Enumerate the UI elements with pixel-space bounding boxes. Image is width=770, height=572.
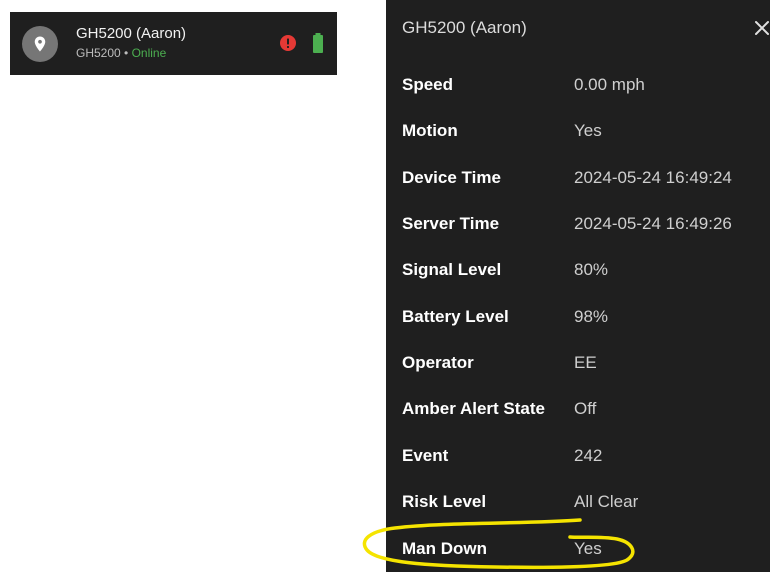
device-status: Online: [131, 46, 167, 60]
attribute-name: Amber Alert State: [402, 399, 545, 418]
attribute-value: 80%: [574, 260, 609, 279]
attribute-row-signal-level: Signal Level 80%: [402, 247, 608, 293]
attribute-row-speed: Speed 0.00 mph: [402, 62, 645, 108]
attribute-row-risk-level: Risk Level All Clear: [402, 479, 638, 525]
attribute-value: Yes: [574, 121, 602, 140]
close-icon[interactable]: [752, 18, 770, 38]
attribute-value: 242: [574, 446, 603, 465]
attribute-value: Off: [574, 399, 597, 418]
attribute-row-battery-level: Battery Level 98%: [402, 294, 608, 340]
device-name: GH5200 (Aaron): [76, 25, 187, 42]
attribute-row-event: Event 242: [402, 433, 602, 479]
attribute-name: Event: [402, 446, 449, 465]
attribute-name: Battery Level: [402, 307, 509, 326]
battery-full-icon: [313, 33, 323, 53]
attribute-row-server-time: Server Time 2024-05-24 16:49:26: [402, 201, 732, 247]
attribute-value: Yes: [574, 539, 602, 558]
attribute-value: 0.00 mph: [574, 75, 645, 94]
attribute-name: Server Time: [402, 214, 500, 233]
attribute-name: Signal Level: [402, 260, 502, 279]
attribute-name: Speed: [402, 75, 454, 94]
device-list-item[interactable]: GH5200 (Aaron) GH5200 • Online: [10, 12, 337, 75]
close-button[interactable]: [752, 18, 770, 38]
attribute-row-operator: Operator EE: [402, 340, 597, 386]
attribute-name: Motion: [402, 121, 458, 140]
attribute-value: 98%: [574, 307, 609, 326]
attribute-row-device-time: Device Time 2024-05-24 16:49:24: [402, 155, 732, 201]
alert-circle-icon[interactable]: [280, 35, 296, 51]
attribute-name: Device Time: [402, 168, 501, 187]
screenshot-stage: GH5200 (Aaron) GH5200 • Online GH5200 (A…: [0, 0, 770, 572]
attribute-value: 2024-05-24 16:49:26: [574, 214, 732, 233]
attribute-value: 2024-05-24 16:49:24: [574, 168, 732, 187]
device-model: GH5200: [76, 46, 121, 60]
popup-title: GH5200 (Aaron): [402, 18, 527, 37]
device-info-popup: GH5200 (Aaron) Speed 0.00 mph Motion Yes…: [386, 0, 770, 572]
attribute-value: All Clear: [574, 492, 639, 511]
attribute-name: Man Down: [402, 539, 487, 558]
map-pin-icon: [34, 36, 46, 52]
device-subtitle: GH5200 • Online: [76, 45, 166, 61]
attribute-row-motion: Motion Yes: [402, 108, 602, 154]
attribute-row-man-down: Man Down Yes: [402, 526, 602, 572]
attribute-name: Operator: [402, 353, 474, 372]
device-avatar: [22, 26, 58, 62]
attribute-name: Risk Level: [402, 492, 487, 511]
attribute-row-amber-alert-state: Amber Alert State Off: [402, 386, 596, 432]
subtitle-separator: •: [120, 46, 132, 60]
attribute-value: EE: [574, 353, 597, 372]
